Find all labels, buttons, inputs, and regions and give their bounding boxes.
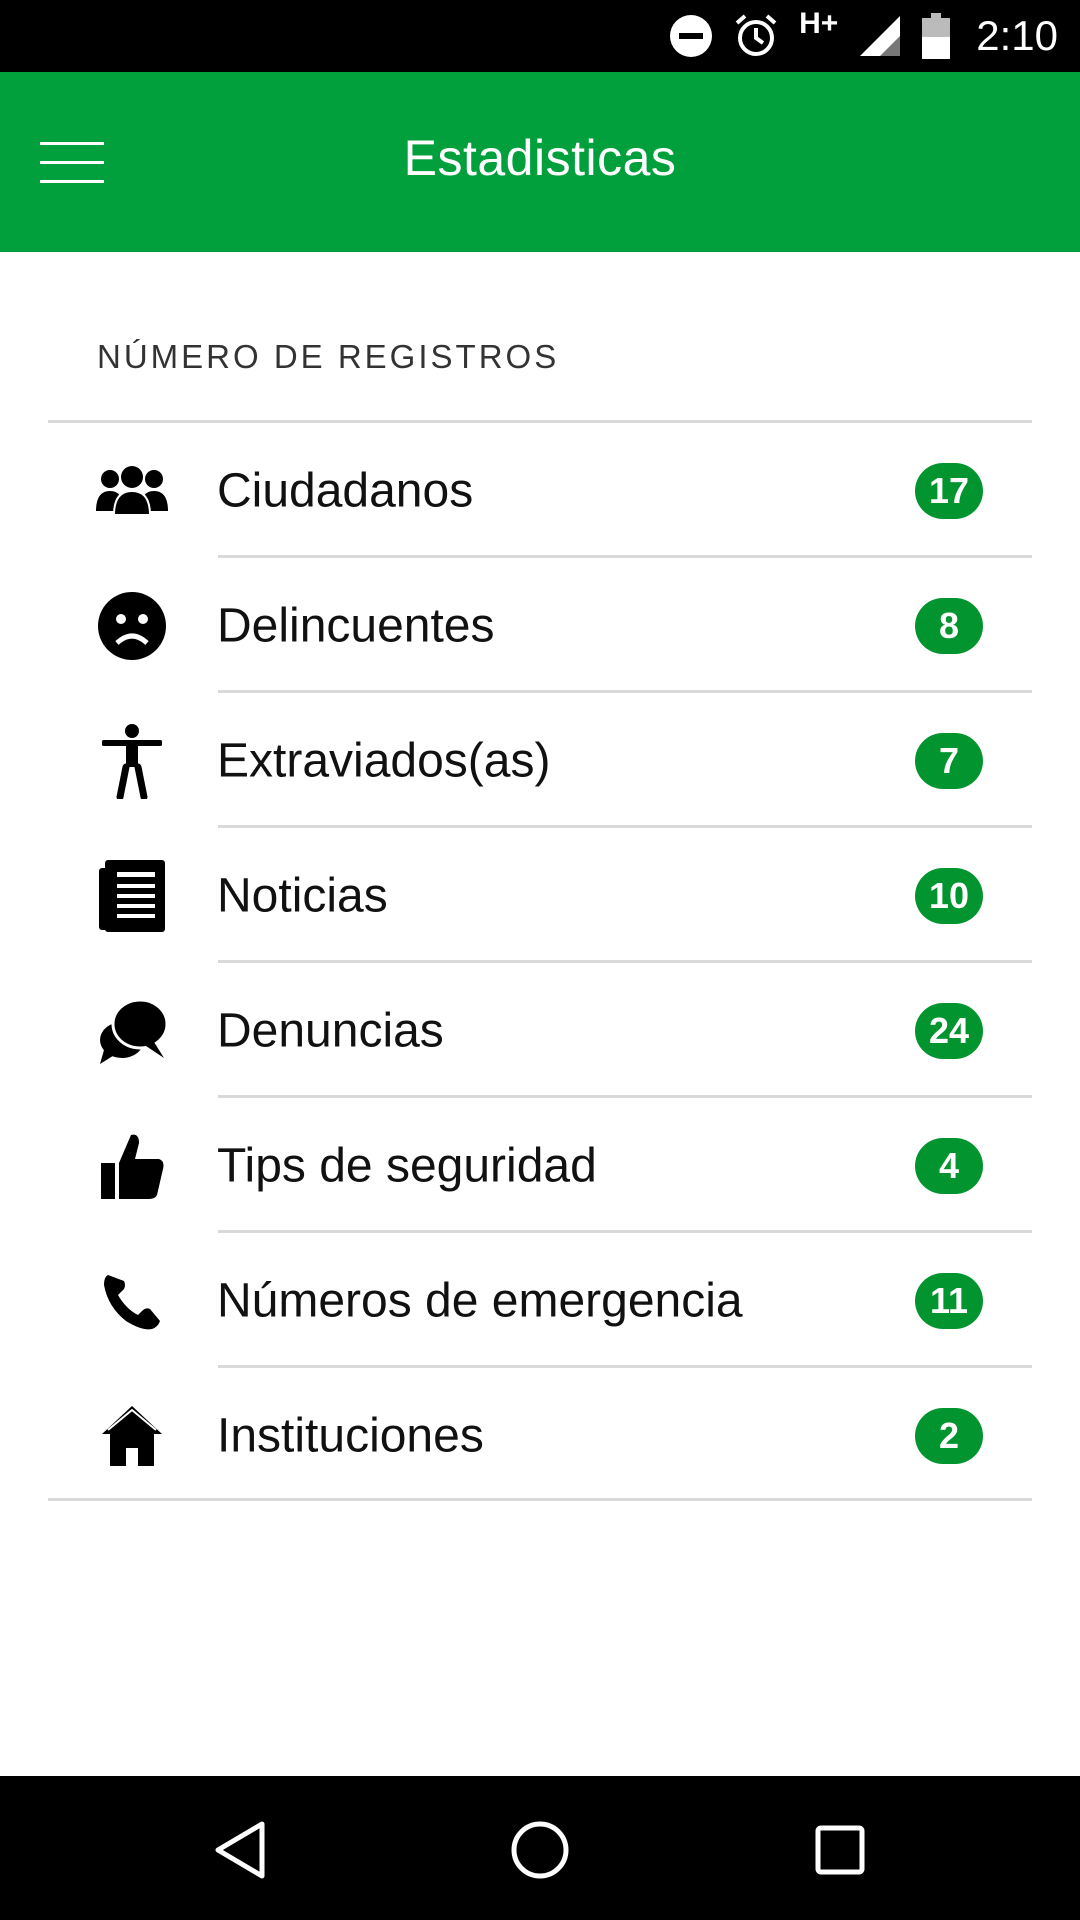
- network-type: H+: [799, 7, 839, 40]
- stats-list: Ciudadanos 17 Delincuentes 8 Extraviados: [0, 423, 1080, 1503]
- count-badge: 4: [915, 1137, 983, 1194]
- list-item-ciudadanos[interactable]: Ciudadanos 17: [0, 423, 1080, 558]
- home-circle-icon[interactable]: [508, 1818, 572, 1882]
- section-header: NÚMERO DE REGISTROS: [97, 338, 560, 375]
- home-icon: [94, 1398, 170, 1474]
- status-time: 2:10: [976, 12, 1058, 59]
- list-item-label: Extraviados(as): [217, 734, 551, 787]
- back-triangle-icon[interactable]: [210, 1818, 274, 1882]
- count-badge: 10: [914, 867, 983, 924]
- count-badge: 17: [914, 462, 983, 519]
- do-not-disturb-icon: [670, 15, 713, 57]
- phone-icon: [94, 1263, 170, 1339]
- navigation-bar: [0, 1776, 1080, 1920]
- newspaper-icon: [94, 858, 170, 934]
- sad-face-icon: [94, 588, 170, 664]
- list-item-tips[interactable]: Tips de seguridad 4: [0, 1098, 1080, 1233]
- status-bar: H+ 2:10: [0, 0, 1080, 72]
- page-title: Estadisticas: [403, 130, 677, 186]
- list-item-label: Denuncias: [217, 1004, 444, 1057]
- list-item-noticias[interactable]: Noticias 10: [0, 828, 1080, 963]
- count-badge: 7: [915, 732, 983, 789]
- list-item-extraviados[interactable]: Extraviados(as) 7: [0, 693, 1080, 828]
- thumbs-up-icon: [94, 1128, 170, 1204]
- list-item-denuncias[interactable]: Denuncias 24: [0, 963, 1080, 1098]
- count-badge: 8: [915, 597, 983, 654]
- list-item-label: Tips de seguridad: [217, 1139, 597, 1192]
- count-badge: 2: [915, 1407, 983, 1464]
- list-item-label: Noticias: [217, 869, 388, 922]
- divider: [48, 1498, 1032, 1501]
- list-item-emergencia[interactable]: Números de emergencia 11: [0, 1233, 1080, 1368]
- signal-icon: [860, 16, 901, 56]
- list-item-instituciones[interactable]: Instituciones 2: [0, 1368, 1080, 1503]
- list-item-label: Instituciones: [217, 1409, 484, 1462]
- hamburger-menu-icon[interactable]: [40, 128, 130, 196]
- count-badge: 11: [915, 1272, 983, 1329]
- list-item-label: Números de emergencia: [217, 1274, 743, 1327]
- people-group-icon: [94, 453, 170, 529]
- person-accessibility-icon: [94, 723, 170, 799]
- app-bar: Estadisticas: [0, 72, 1080, 252]
- list-item-label: Ciudadanos: [217, 464, 474, 517]
- list-item-label: Delincuentes: [217, 599, 495, 652]
- alarm-icon: [735, 14, 777, 56]
- battery-icon: [922, 13, 951, 59]
- list-item-delincuentes[interactable]: Delincuentes 8: [0, 558, 1080, 693]
- chat-bubbles-icon: [94, 993, 170, 1069]
- count-badge: 24: [914, 1002, 983, 1059]
- recents-square-icon[interactable]: [808, 1818, 872, 1882]
